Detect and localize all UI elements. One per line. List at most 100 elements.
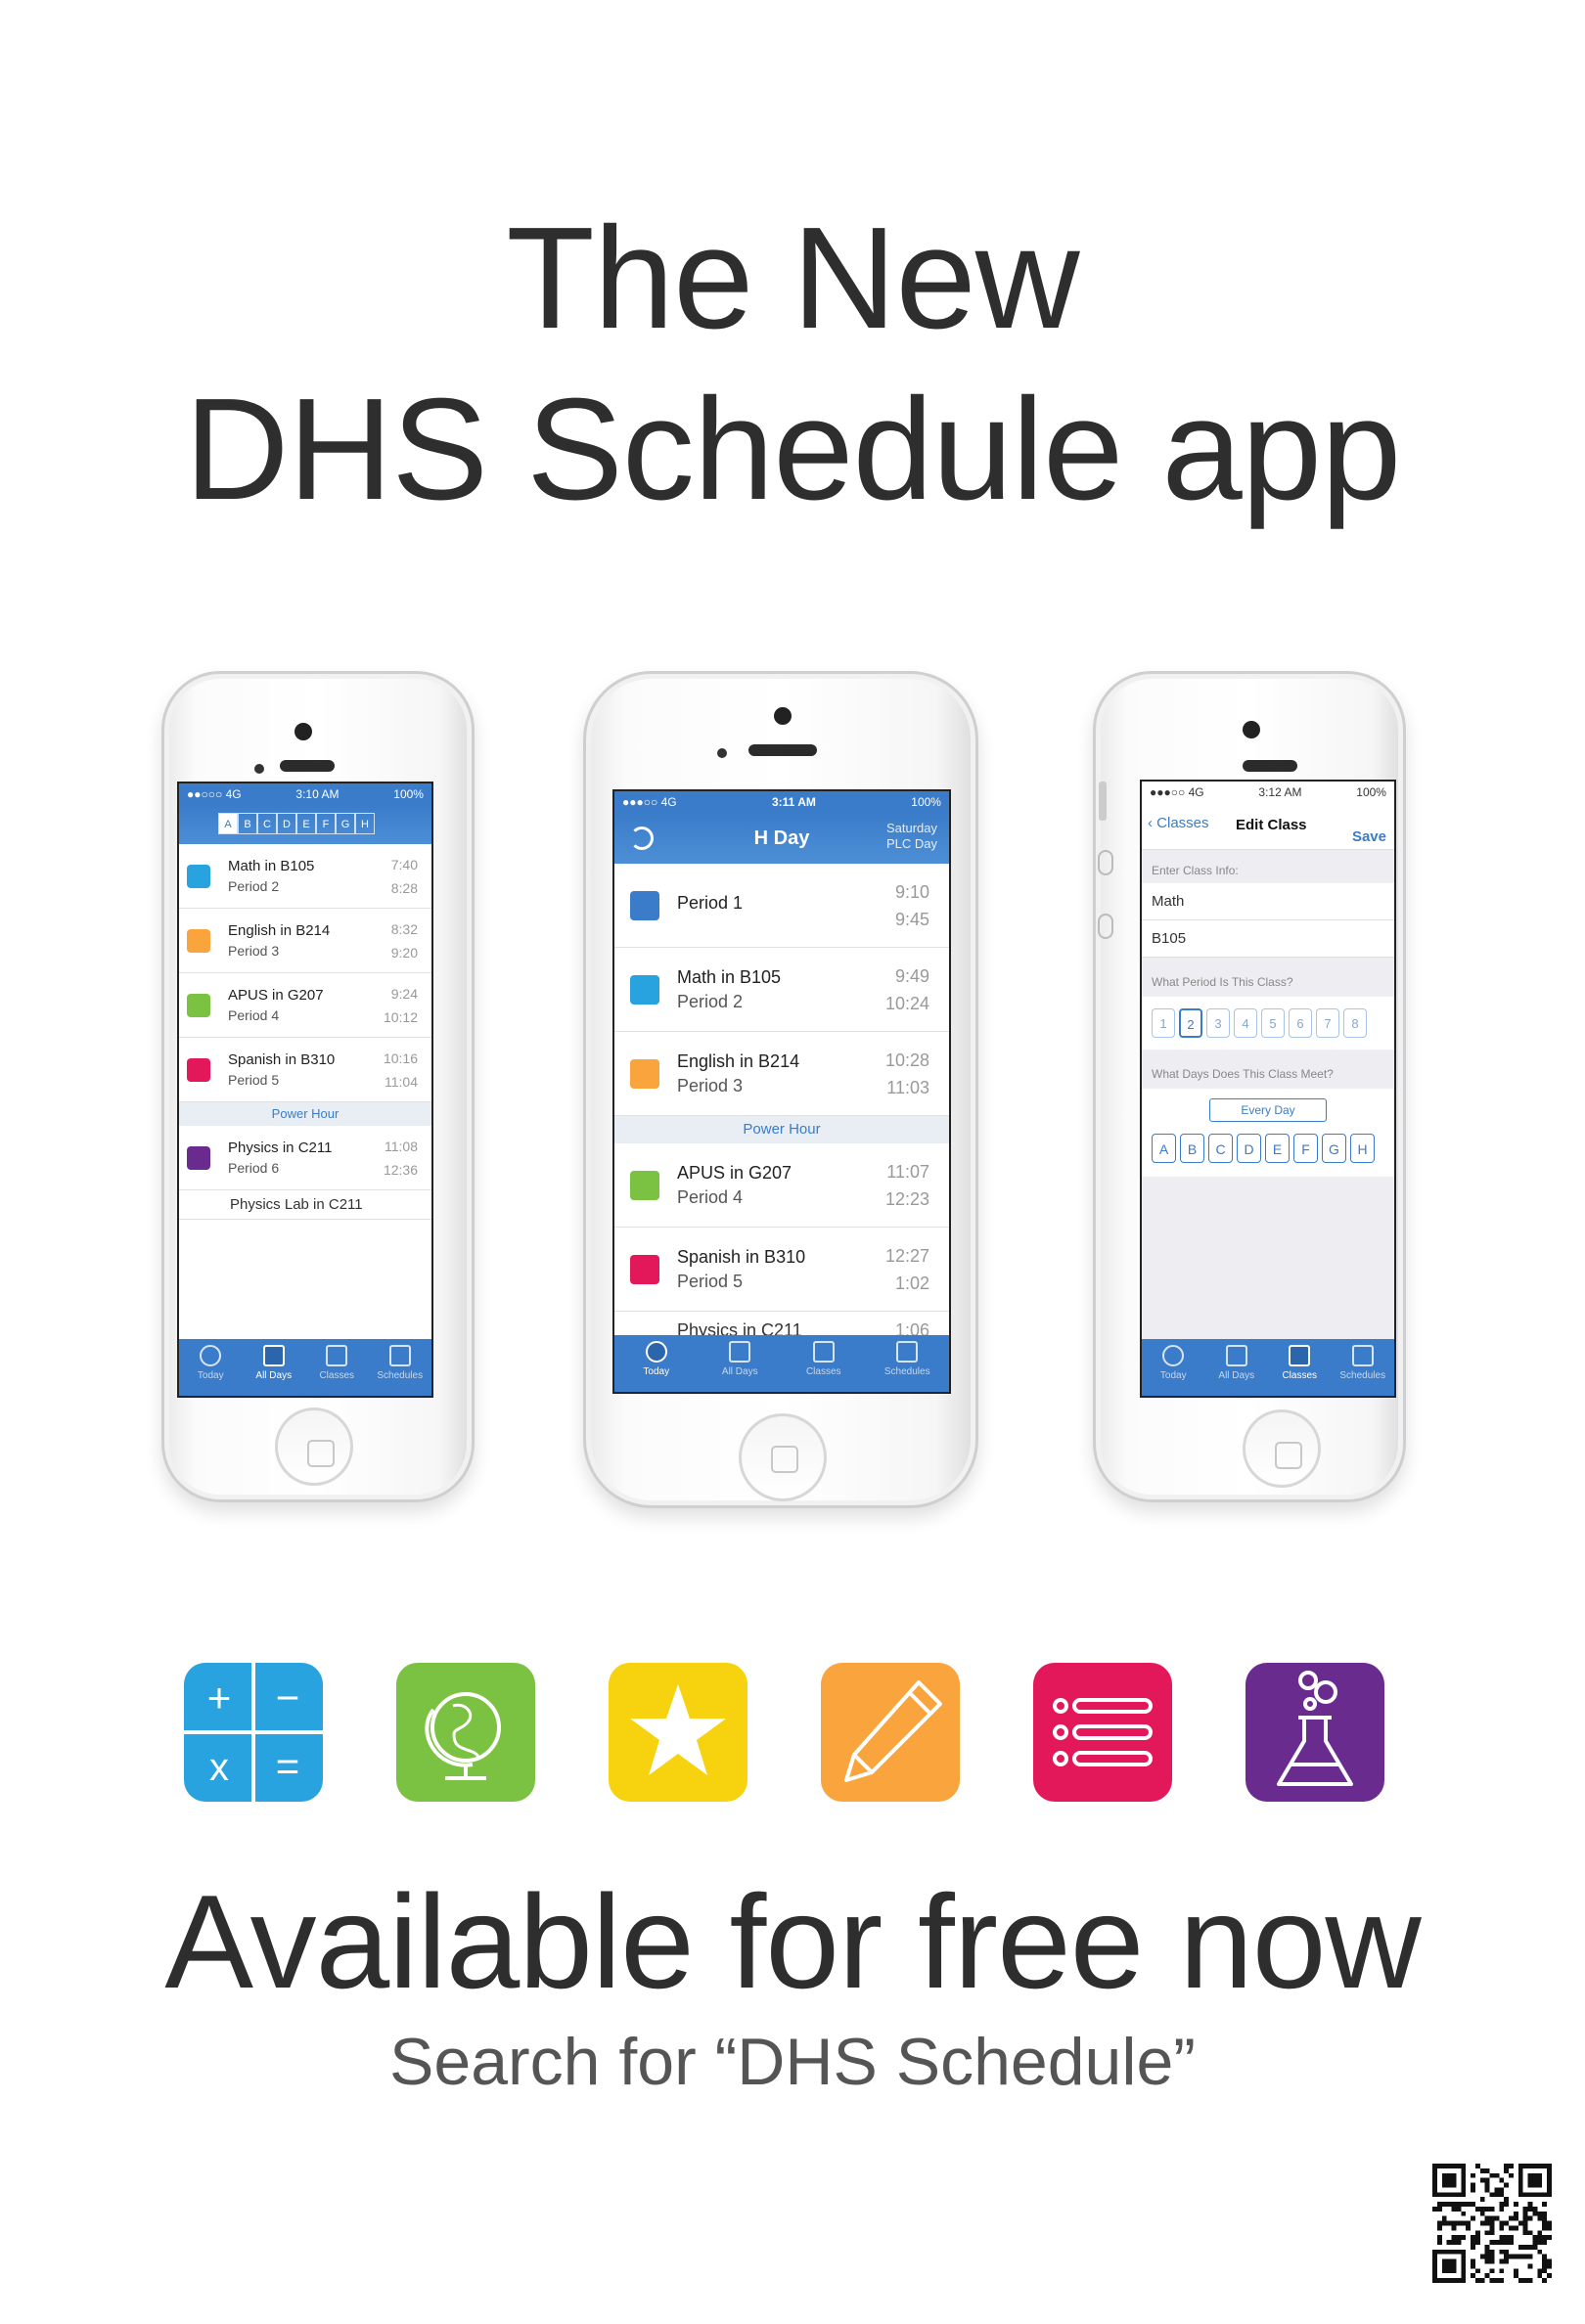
room-field[interactable]: B105 bbox=[1142, 920, 1394, 958]
day-option[interactable]: D bbox=[1237, 1134, 1261, 1163]
row-text: APUS in G207 Period 4 bbox=[677, 1163, 885, 1208]
plc-day-label: PLC Day bbox=[885, 836, 937, 851]
tab-today[interactable]: Today bbox=[1142, 1339, 1205, 1396]
day-letter[interactable]: E bbox=[296, 813, 316, 834]
row-text: APUS in G207 Period 4 bbox=[228, 987, 384, 1023]
tab-all-days[interactable]: All Days bbox=[699, 1335, 783, 1392]
left-screen: ●●○○○ 4G 3:10 AM 100% ABCDEFGH Math in B… bbox=[177, 782, 433, 1398]
list-item-partial[interactable]: Physics Lab in C211 bbox=[179, 1190, 431, 1220]
tab-schedules[interactable]: Schedules bbox=[1332, 1339, 1395, 1396]
tab-label: Classes bbox=[805, 1366, 841, 1377]
tab-label: Today bbox=[643, 1366, 670, 1377]
period-option[interactable]: 3 bbox=[1206, 1008, 1230, 1038]
tab-all-days[interactable]: All Days bbox=[1205, 1339, 1269, 1396]
list-item[interactable]: Spanish in B310 Period 5 12:27 1:02 bbox=[614, 1228, 949, 1312]
start-time: 9:24 bbox=[390, 985, 418, 1002]
day-letter[interactable]: B bbox=[238, 813, 257, 834]
back-button[interactable]: ‹ Classes bbox=[1148, 815, 1209, 831]
day-letter[interactable]: A bbox=[218, 813, 238, 834]
tab-all-days[interactable]: All Days bbox=[243, 1339, 306, 1396]
tab-label: All Days bbox=[721, 1366, 758, 1377]
edit-class-title: Edit Class bbox=[1236, 817, 1307, 833]
list-item[interactable]: Spanish in B310 Period 5 10:16 11:04 bbox=[179, 1038, 431, 1102]
period-option[interactable]: 5 bbox=[1261, 1008, 1285, 1038]
status-time: 3:11 AM bbox=[771, 795, 816, 809]
tab-label: Schedules bbox=[883, 1366, 930, 1377]
day-option[interactable]: H bbox=[1350, 1134, 1375, 1163]
period-option[interactable]: 8 bbox=[1343, 1008, 1367, 1038]
list-item[interactable]: APUS in G207 Period 4 11:07 12:23 bbox=[614, 1143, 949, 1228]
day-letter[interactable]: H bbox=[355, 813, 375, 834]
list-item[interactable]: Math in B105 Period 2 9:49 10:24 bbox=[614, 948, 949, 1032]
period-option[interactable]: 1 bbox=[1152, 1008, 1175, 1038]
tab-schedules[interactable]: Schedules bbox=[866, 1335, 950, 1392]
list-item[interactable]: APUS in G207 Period 4 9:24 10:12 bbox=[179, 973, 431, 1038]
day-letter[interactable]: D bbox=[277, 813, 296, 834]
spanish-icon bbox=[187, 1057, 210, 1082]
row-title: Math in B105 bbox=[677, 966, 782, 987]
qr-code[interactable] bbox=[1432, 2164, 1552, 2283]
list-item[interactable]: Math in B105 Period 2 7:40 8:28 bbox=[179, 844, 431, 909]
list-item[interactable]: English in B214 Period 3 10:28 11:03 bbox=[614, 1032, 949, 1116]
day-letter[interactable]: C bbox=[257, 813, 277, 834]
period-option[interactable]: 7 bbox=[1316, 1008, 1339, 1038]
nav-bar: ‹ Classes Edit Class Save bbox=[1142, 803, 1394, 850]
row-text: Math in B105 Period 2 bbox=[677, 967, 885, 1012]
list-item[interactable]: English in B214 Period 3 8:32 9:20 bbox=[179, 909, 431, 973]
list-item[interactable]: Period 1 9:10 9:45 bbox=[614, 864, 949, 948]
start-time: 11:07 bbox=[886, 1161, 929, 1182]
every-day-button[interactable]: Every Day bbox=[1209, 1098, 1327, 1122]
row-text: Physics in C211 Period 6 bbox=[228, 1140, 384, 1176]
period-option[interactable]: 2 bbox=[1179, 1008, 1202, 1038]
speaker-grille bbox=[280, 760, 335, 772]
svg-text:x: x bbox=[209, 1746, 229, 1789]
status-time: 3:10 AM bbox=[295, 787, 340, 801]
status-bar: ●●●○○ 4G 3:11 AM 100% bbox=[614, 791, 949, 813]
carrier: ●●○○○ 4G bbox=[187, 787, 242, 801]
day-option[interactable]: A bbox=[1152, 1134, 1176, 1163]
day-letter[interactable]: G bbox=[336, 813, 355, 834]
start-time: 10:16 bbox=[383, 1050, 418, 1066]
row-text: Spanish in B310 Period 5 bbox=[677, 1247, 885, 1292]
list-item[interactable]: Physics in C211 Period 6 11:08 12:36 bbox=[179, 1126, 431, 1190]
battery-level: 100% bbox=[911, 795, 941, 809]
start-time: 11:08 bbox=[385, 1138, 418, 1154]
save-button[interactable]: Save bbox=[1352, 828, 1386, 845]
end-time: 10:24 bbox=[884, 993, 929, 1013]
tab-today[interactable]: Today bbox=[179, 1339, 243, 1396]
tab-today[interactable]: Today bbox=[614, 1335, 699, 1392]
period-option[interactable]: 4 bbox=[1234, 1008, 1257, 1038]
row-subtitle: Period 2 bbox=[677, 991, 744, 1011]
speaker-grille bbox=[1243, 760, 1297, 772]
tab-label: Schedules bbox=[1339, 1370, 1386, 1381]
chevron-left-icon: ‹ bbox=[1148, 815, 1157, 831]
day-option[interactable]: C bbox=[1208, 1134, 1233, 1163]
period-option[interactable]: 6 bbox=[1289, 1008, 1312, 1038]
home-button[interactable] bbox=[275, 1408, 353, 1486]
home-button[interactable] bbox=[1243, 1409, 1321, 1488]
right-screen: ●●●○○ 4G 3:12 AM 100% ‹ Classes Edit Cla… bbox=[1140, 780, 1396, 1398]
availability-heading: Available for free now bbox=[164, 1867, 1421, 2016]
day-option[interactable]: G bbox=[1322, 1134, 1346, 1163]
class-name-field[interactable]: Math bbox=[1142, 883, 1394, 920]
row-text: Period 1 bbox=[677, 893, 895, 917]
back-label: Classes bbox=[1156, 815, 1209, 831]
list-icon bbox=[1033, 1663, 1172, 1802]
home-button[interactable] bbox=[739, 1413, 827, 1501]
schedule-list: Period 1 9:10 9:45 Math in B105 Period 2 9:49… bbox=[614, 864, 949, 1116]
headline-line-1: The New bbox=[506, 198, 1079, 359]
day-letter-selector[interactable]: ABCDEFGH bbox=[218, 813, 375, 834]
start-time: 9:49 bbox=[894, 965, 929, 986]
tab-classes[interactable]: Classes bbox=[305, 1339, 369, 1396]
tab-classes[interactable]: Classes bbox=[782, 1335, 866, 1392]
day-letter[interactable]: F bbox=[316, 813, 336, 834]
globe-icon bbox=[396, 1663, 535, 1802]
svg-text:=: = bbox=[276, 1743, 300, 1789]
tab-schedules[interactable]: Schedules bbox=[369, 1339, 432, 1396]
flask-icon bbox=[1245, 1663, 1384, 1802]
day-option[interactable]: F bbox=[1293, 1134, 1318, 1163]
tab-classes[interactable]: Classes bbox=[1268, 1339, 1332, 1396]
row-title: English in B214 bbox=[228, 922, 331, 939]
day-option[interactable]: E bbox=[1265, 1134, 1290, 1163]
day-option[interactable]: B bbox=[1180, 1134, 1204, 1163]
